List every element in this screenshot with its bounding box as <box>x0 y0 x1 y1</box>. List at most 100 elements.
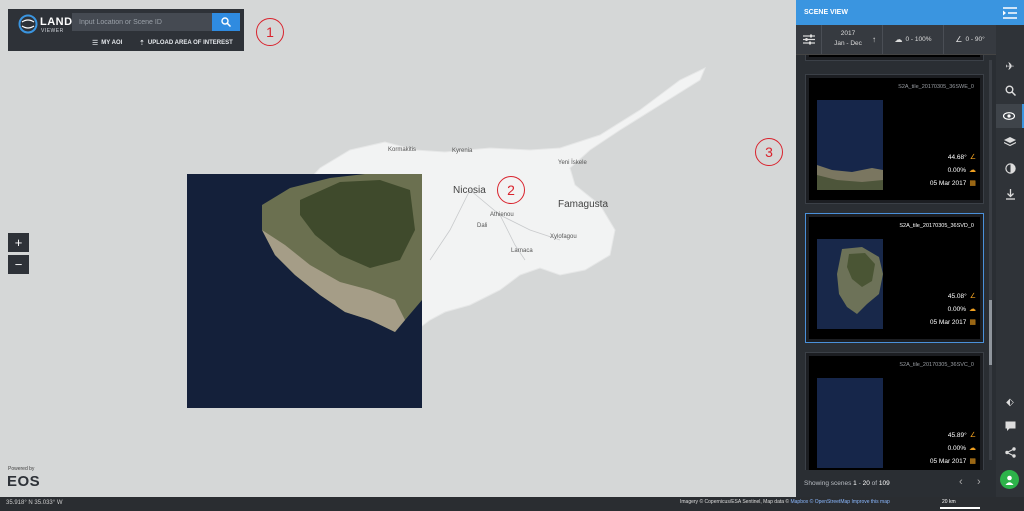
calendar-icon: ▦ <box>969 180 976 187</box>
scrollbar-thumb[interactable] <box>989 300 992 365</box>
scene-angle: 45.08° ∠ <box>947 292 976 301</box>
right-toolbar: ✈ ⬖ <box>996 0 1024 497</box>
pager-of: of <box>871 480 878 487</box>
tag-button[interactable]: ⬖ <box>996 390 1024 414</box>
scene-filters: 2017 Jan - Dec ↑ ☁ 0 - 100% ∠ 0 - 90° <box>796 25 996 55</box>
pager-sep: - <box>858 480 861 487</box>
scene-card-partial[interactable] <box>805 55 984 61</box>
angle-range: 0 - 90° <box>965 36 985 43</box>
logo-subtext: VIEWER <box>41 28 64 34</box>
scene-list[interactable]: S2A_tile_20170305_36SWE_0 44.68° ∠ 0.00%… <box>796 55 996 470</box>
satellite-button[interactable]: ✈ <box>996 54 1024 78</box>
scene-card[interactable]: S2A_tile_20170305_36SVC_0 45.89° ∠ 0.00%… <box>805 352 984 470</box>
scene-thumbnail <box>817 378 883 468</box>
scene-date-value: 05 Mar 2017 <box>929 179 967 187</box>
angle-icon: ∠ <box>955 35 963 44</box>
map-city-label: Famagusta <box>558 199 609 210</box>
angle-icon: ∠ <box>969 293 976 300</box>
map-attribution: Imagery © Copernicus/ESA Sentinel, Map d… <box>680 499 890 505</box>
attribution-text: Imagery © Copernicus/ESA Sentinel, Map d… <box>680 499 790 505</box>
scene-thumbnail <box>817 100 883 190</box>
scene-angle: 44.68° ∠ <box>947 153 976 162</box>
date-range-filter[interactable]: 2017 Jan - Dec ↑ <box>822 25 883 54</box>
zoom-in-button[interactable]: + <box>8 233 29 252</box>
scene-card-selected[interactable]: S2A_tile_20170305_36SVD_0 45.08° ∠ 0.00%… <box>805 213 984 343</box>
share-icon <box>1004 446 1016 458</box>
map-canvas[interactable]: Kormakitis Kyrenia Yeni İskele Nicosia F… <box>0 0 796 497</box>
scene-date-value: 05 Mar 2017 <box>929 318 967 326</box>
comment-button[interactable] <box>996 414 1024 438</box>
filter-settings-button[interactable] <box>796 25 822 54</box>
aoi-row: ☰ MY AOI ⇡ UPLOAD AREA OF INTEREST <box>8 36 244 51</box>
my-aoi-label: MY AOI <box>101 40 123 46</box>
scene-list-scrollbar[interactable] <box>989 60 992 460</box>
comment-icon <box>1005 421 1015 431</box>
scene-angle-value: 44.68° <box>947 153 967 161</box>
upload-aoi-link[interactable]: ⇡ UPLOAD AREA OF INTEREST <box>139 39 233 47</box>
tag-icon: ⬖ <box>1006 396 1014 408</box>
logo-text: LAND <box>40 16 73 28</box>
layers-button[interactable] <box>996 130 1024 154</box>
angle-icon: ∠ <box>969 154 976 161</box>
status-bar: 35.918° N 35.033° W Imagery © Copernicus… <box>0 497 1024 511</box>
scale-label: 20 km <box>942 499 956 505</box>
search-icon <box>221 17 231 27</box>
scene-cloud-value: 0.00% <box>947 444 966 452</box>
scale-bar <box>940 507 980 509</box>
globe-icon <box>18 14 38 34</box>
scene-angle-value: 45.08° <box>947 292 967 300</box>
collapse-panel-button[interactable] <box>996 0 1024 25</box>
contrast-button[interactable] <box>996 156 1024 180</box>
zoom-out-button[interactable]: − <box>8 255 29 274</box>
annotation-marker-1: 1 <box>256 18 284 46</box>
upload-icon: ⇡ <box>139 40 145 47</box>
scene-pager: Showing scenes 1 - 20 of 109 ‹ › <box>796 470 996 497</box>
download-button[interactable] <box>996 182 1024 206</box>
next-page-button[interactable]: › <box>977 476 981 488</box>
cursor-coordinates: 35.918° N 35.033° W <box>6 500 63 506</box>
scene-cloud: 0.00% ☁ <box>947 444 976 453</box>
prev-page-button[interactable]: ‹ <box>959 476 963 488</box>
map-graphics <box>187 66 706 408</box>
osm-link[interactable]: © OpenStreetMap <box>810 499 850 505</box>
map-city-label: Nicosia <box>453 185 486 196</box>
scene-view-title: SCENE VIEW <box>796 0 996 25</box>
satellite-icon: ✈ <box>1005 60 1015 73</box>
cloud-range: 0 - 100% <box>905 36 932 43</box>
share-button[interactable] <box>996 440 1024 464</box>
sun-angle-filter[interactable]: ∠ 0 - 90° <box>944 25 996 54</box>
pager-info: Showing scenes 1 - 20 of 109 <box>804 480 890 487</box>
layers-icon <box>1004 136 1016 146</box>
filter-months: Jan - Dec <box>834 40 862 47</box>
scene-cloud-value: 0.00% <box>947 166 966 174</box>
scene-date: 05 Mar 2017 ▦ <box>929 318 976 327</box>
scene-view-button[interactable] <box>996 104 1024 128</box>
scene-title: S2A_tile_20170305_36SWE_0 <box>898 84 974 90</box>
search-input[interactable] <box>72 13 212 31</box>
improve-map-link[interactable]: Improve this map <box>851 499 889 505</box>
download-icon <box>1005 188 1015 200</box>
eos-logo[interactable]: EOS <box>7 473 40 490</box>
cloud-cover-filter[interactable]: ☁ 0 - 100% <box>883 25 944 54</box>
pager-from: 1 <box>853 480 857 487</box>
map-town-label: Larnaca <box>511 248 533 254</box>
angle-icon: ∠ <box>969 432 976 439</box>
scene-card[interactable]: S2A_tile_20170305_36SWE_0 44.68° ∠ 0.00%… <box>805 74 984 204</box>
land-viewer-logo: LAND VIEWER <box>18 13 73 35</box>
mapbox-link[interactable]: Mapbox <box>790 499 808 505</box>
search-tool-button[interactable] <box>996 78 1024 102</box>
scene-date: 05 Mar 2017 ▦ <box>929 179 976 188</box>
pager-to: 20 <box>862 480 870 487</box>
user-avatar[interactable] <box>1000 470 1019 489</box>
my-aoi-link[interactable]: ☰ MY AOI <box>92 39 122 47</box>
pager-prefix: Showing scenes <box>804 480 852 487</box>
map-town-label: Yeni İskele <box>558 160 587 166</box>
cloud-icon: ☁ <box>969 445 976 452</box>
search-panel: LAND VIEWER ☰ MY AOI ⇡ UPLOAD AREA OF IN… <box>8 9 244 51</box>
map-town-label: Xylofagou <box>550 234 577 240</box>
annotation-marker-2: 2 <box>497 176 525 204</box>
search-button[interactable] <box>212 13 240 31</box>
filter-year: 2017 <box>840 30 856 37</box>
scene-angle: 45.89° ∠ <box>948 431 976 440</box>
scene-cloud-value: 0.00% <box>947 305 966 313</box>
